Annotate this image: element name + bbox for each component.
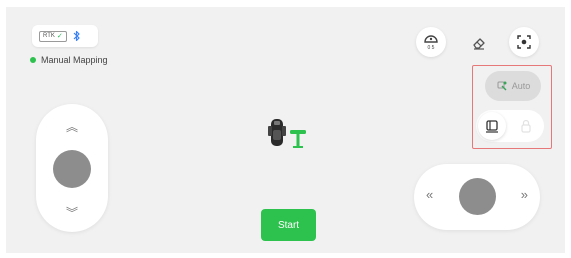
auto-label: Auto xyxy=(511,81,531,91)
down-arrow-icon: ︾ xyxy=(65,206,78,220)
target-icon xyxy=(517,35,531,49)
auto-mode-icon xyxy=(497,81,507,91)
base-station-button[interactable]: 0 5 xyxy=(416,27,446,57)
dome-caption: 0 5 xyxy=(428,45,435,51)
start-button[interactable]: Start xyxy=(261,209,316,241)
forward-backward-joystick[interactable]: ︽ ︾ xyxy=(36,104,108,232)
left-arrow-icon: « xyxy=(426,187,434,202)
bluetooth-icon xyxy=(73,30,80,42)
lock-icon xyxy=(521,119,531,133)
right-arrow-icon: » xyxy=(520,187,528,202)
steering-joystick[interactable]: « » xyxy=(414,164,540,230)
auto-mode-button[interactable]: Auto xyxy=(485,71,541,101)
robot-icon xyxy=(268,119,286,146)
mode-indicator: Manual Mapping xyxy=(30,55,108,65)
rtk-antenna-icon xyxy=(290,130,306,148)
manual-mode-button[interactable] xyxy=(478,112,506,140)
rtk-badge: RTK ✓ xyxy=(39,30,67,42)
rtk-label: RTK xyxy=(43,32,55,39)
dome-icon: 0 5 xyxy=(424,35,438,51)
steering-knob[interactable] xyxy=(459,178,496,215)
mode-text: Manual Mapping xyxy=(41,55,108,65)
locate-button[interactable] xyxy=(509,27,539,57)
manual-mode-icon xyxy=(486,120,498,133)
joystick-knob[interactable] xyxy=(53,150,91,188)
connection-status: RTK ✓ xyxy=(32,25,98,47)
erase-button[interactable] xyxy=(464,28,494,58)
up-arrow-icon: ︽ xyxy=(65,120,78,134)
eraser-icon xyxy=(473,38,485,50)
status-dot xyxy=(30,57,36,63)
check-icon: ✓ xyxy=(56,32,63,40)
lock-button[interactable] xyxy=(512,112,540,140)
